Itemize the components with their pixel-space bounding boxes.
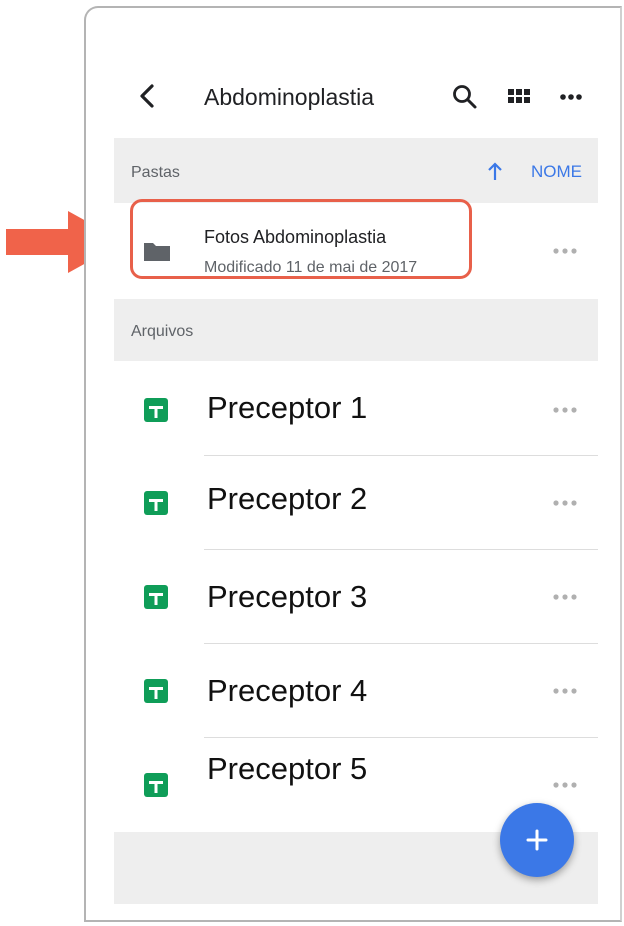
arrow-up-icon	[488, 162, 502, 180]
files-section-header: Arquivos	[114, 299, 598, 361]
sort-by-name-button[interactable]: NOME	[488, 162, 582, 182]
app-screen: Abdominoplastia Pastas NOME Fotos Abdomi…	[114, 8, 598, 920]
more-options-icon[interactable]	[556, 82, 586, 112]
plus-icon	[526, 829, 548, 851]
file-name: Preceptor 3	[207, 579, 368, 614]
google-sheets-icon	[144, 398, 168, 422]
back-arrow-icon[interactable]	[134, 82, 162, 110]
file-name: Preceptor 2	[207, 481, 368, 516]
file-more-icon[interactable]	[552, 593, 578, 601]
google-sheets-icon	[144, 585, 168, 609]
folders-section-header: Pastas NOME	[114, 138, 598, 203]
file-more-icon[interactable]	[552, 687, 578, 695]
folder-highlight-box	[130, 199, 472, 279]
file-row[interactable]: Preceptor 4	[114, 643, 598, 737]
file-more-icon[interactable]	[552, 781, 578, 789]
row-divider	[204, 549, 598, 550]
file-row[interactable]: Preceptor 3	[114, 549, 598, 643]
row-divider	[204, 737, 598, 738]
folder-more-icon[interactable]	[552, 247, 578, 255]
row-divider	[204, 455, 598, 456]
file-name: Preceptor 5	[207, 751, 368, 786]
google-sheets-icon	[144, 491, 168, 515]
google-sheets-icon	[144, 679, 168, 703]
file-name: Preceptor 1	[207, 390, 368, 425]
add-new-button[interactable]	[500, 803, 574, 877]
page-title: Abdominoplastia	[204, 84, 375, 110]
search-icon[interactable]	[450, 82, 480, 112]
sort-label: NOME	[531, 162, 582, 181]
file-more-icon[interactable]	[552, 406, 578, 414]
file-name: Preceptor 4	[207, 673, 368, 708]
top-bar: Abdominoplastia	[114, 68, 598, 128]
folders-section-label: Pastas	[131, 164, 180, 181]
file-row[interactable]: Preceptor 2	[114, 455, 598, 549]
files-section-label: Arquivos	[131, 323, 194, 340]
row-divider	[204, 643, 598, 644]
google-sheets-icon	[144, 773, 168, 797]
grid-view-icon[interactable]	[504, 82, 534, 112]
file-row[interactable]: Preceptor 1	[114, 362, 598, 456]
phone-frame: Abdominoplastia Pastas NOME Fotos Abdomi…	[84, 6, 622, 922]
file-more-icon[interactable]	[552, 499, 578, 507]
